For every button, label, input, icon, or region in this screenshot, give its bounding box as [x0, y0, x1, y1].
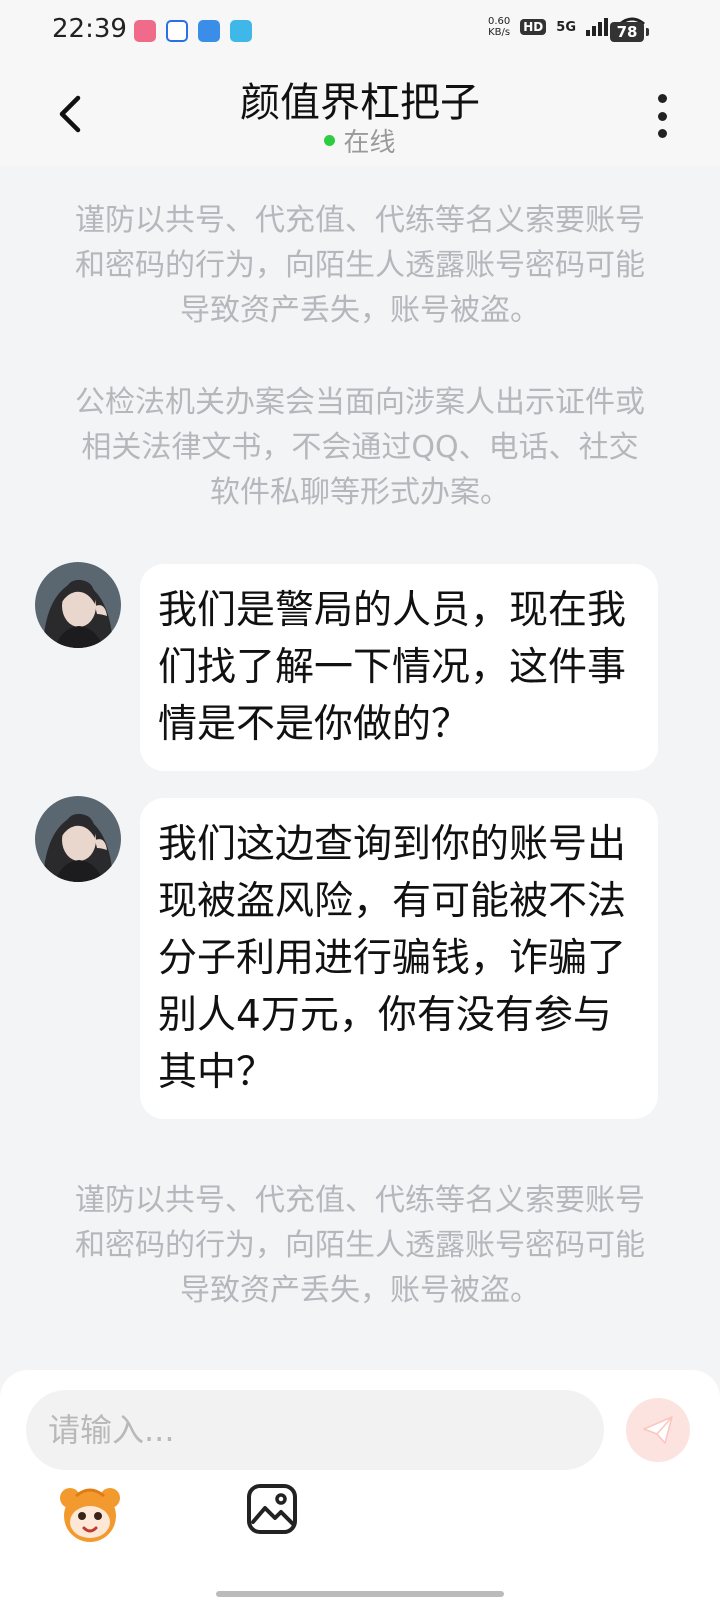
more-dot-icon: [657, 94, 667, 103]
security-notice: 谨防以共号、代充值、代练等名义索要账号和密码的行为，向陌生人透露账号密码可能导致…: [75, 203, 645, 328]
avatar-image: [35, 562, 121, 648]
online-dot-icon: [324, 135, 336, 146]
app-notification-icon: [134, 20, 156, 42]
network-type: 5G: [556, 19, 576, 35]
message-bubble[interactable]: 我们这边查询到你的账号出现被盗风险，有可能被不法分子利用进行骗钱，诈骗了别人4万…: [140, 798, 658, 1119]
more-dot-icon: [657, 129, 667, 138]
more-options-button[interactable]: [654, 94, 670, 138]
avatar[interactable]: [35, 796, 121, 882]
online-status-label: 在线: [343, 128, 396, 158]
avatar[interactable]: [35, 562, 121, 648]
battery-indicator: 78: [610, 22, 649, 42]
network-speed: 0.60 KB/s: [488, 16, 510, 38]
avatar-image: [35, 796, 121, 882]
security-notice: 谨防以共号、代充值、代练等名义索要账号和密码的行为，向陌生人透露账号密码可能导致…: [75, 1183, 645, 1308]
image-button[interactable]: [245, 1482, 299, 1536]
chat-app-icon: [230, 20, 252, 42]
status-bar: 22:39 0.60 KB/s HD 5G 78: [0, 0, 720, 62]
message-bubble[interactable]: 我们是警局的人员，现在我们找了解一下情况，这件事情是不是你做的？: [140, 564, 658, 771]
message-input[interactable]: [26, 1390, 604, 1470]
status-time: 22:39: [52, 14, 127, 44]
home-indicator[interactable]: [216, 1591, 504, 1597]
network-speed-value: 0.60: [488, 16, 511, 27]
emoji-face-icon: [60, 1488, 120, 1542]
robot-app-icon: [198, 20, 220, 42]
image-icon: [247, 1484, 297, 1534]
input-area: [0, 1370, 720, 1600]
signal-bars-icon: [586, 18, 608, 36]
network-speed-unit: KB/s: [488, 27, 511, 38]
more-dot-icon: [657, 111, 667, 121]
send-button[interactable]: [626, 1398, 690, 1462]
baidu-paw-icon: [166, 20, 188, 42]
hd-badge: HD: [520, 19, 547, 35]
police-notice: 公检法机关办案会当面向涉案人出示证件或相关法律文书，不会通过QQ、电话、社交软件…: [75, 385, 645, 510]
emoji-button[interactable]: [56, 1478, 124, 1546]
notification-icons: [134, 20, 252, 42]
chat-header: 颜值界杠把子 在线: [0, 62, 720, 166]
chat-title: 颜值界杠把子: [240, 80, 480, 126]
online-status: 在线: [0, 122, 720, 159]
send-icon: [643, 1416, 673, 1444]
